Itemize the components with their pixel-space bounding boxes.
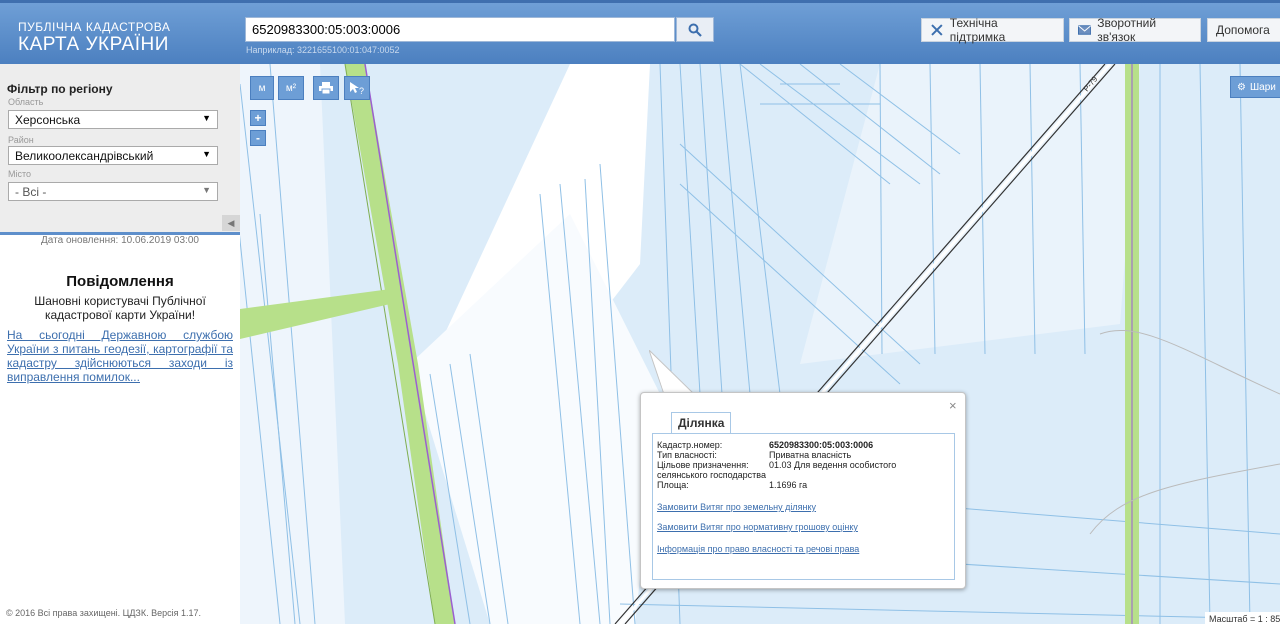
cadastr-label: Кадастр.номер: <box>657 440 723 450</box>
parcel-info-popup: × Ділянка Кадастр.номер: 6520983300:05:0… <box>640 392 966 589</box>
raion-select[interactable]: Великоолександрівський ▼ <box>8 146 218 165</box>
message-link[interactable]: На сьогодні Державною службою України з … <box>7 328 233 384</box>
ownership-label: Тип власності: <box>657 450 717 460</box>
oblast-select[interactable]: Херсонська ▼ <box>8 110 218 129</box>
message-title: Повідомлення <box>66 273 174 290</box>
cursor-question-icon: ? <box>350 82 364 95</box>
misto-value: - Всі - <box>15 185 47 199</box>
area-label: Площа: <box>657 480 689 490</box>
logo-line2[interactable]: КАРТА УКРАЇНИ <box>18 34 169 56</box>
contour-line <box>1089 330 1280 535</box>
purpose-value-continued: селянського господарства <box>657 470 766 480</box>
print-icon <box>319 82 333 94</box>
dropdown-arrow-icon: ▼ <box>202 185 211 195</box>
raion-value: Великоолександрівський <box>15 149 154 163</box>
header-bar: ПУБЛІЧНА КАДАСТРОВА КАРТА УКРАЇНИ 652098… <box>0 0 1280 64</box>
oblast-label: Область <box>8 97 44 107</box>
filter-title: Фільтр по регіону <box>7 82 113 96</box>
feedback-button[interactable]: Зворотний зв'язок <box>1069 16 1201 44</box>
search-icon <box>688 23 702 37</box>
dropdown-arrow-icon: ▼ <box>202 113 211 123</box>
ownership-value: Приватна власність <box>769 450 852 460</box>
oblast-value: Херсонська <box>15 113 81 127</box>
scale-indicator: Масштаб = 1 : 85 <box>1205 612 1280 624</box>
tools-icon <box>931 24 943 36</box>
sidebar: Фільтр по регіону Область Херсонська ▼ Р… <box>0 64 240 624</box>
layers-label: Шари <box>1249 81 1276 93</box>
envelope-icon <box>1078 25 1092 35</box>
search-hint: Наприклад: 3221655100:01:047:0052 <box>246 45 400 55</box>
area-value: 1.1696 га <box>769 480 808 490</box>
logo-line1[interactable]: ПУБЛІЧНА КАДАСТРОВА <box>18 20 170 34</box>
map-area <box>800 64 1140 364</box>
support-button[interactable]: Технічна підтримка <box>921 16 1064 44</box>
close-icon[interactable]: × <box>949 398 957 413</box>
help-button[interactable]: Допомога <box>1207 18 1280 42</box>
collapse-sidebar-button[interactable]: ◀ <box>222 215 240 231</box>
cadastral-search-input[interactable]: 6520983300:05:003:0006 <box>245 17 675 42</box>
message-greeting: Шановні користувачі Публічної кадастрово… <box>34 294 206 322</box>
popup-tail <box>649 350 696 396</box>
identify-button[interactable]: ? <box>344 76 370 100</box>
order-valuation-extract-link[interactable]: Замовити Витяг про нормативну грошову оц… <box>657 522 858 532</box>
misto-select[interactable]: - Всі - ▼ <box>8 182 218 201</box>
cadastr-value: 6520983300:05:003:0006 <box>769 440 874 450</box>
popup-body: Кадастр.номер: 6520983300:05:003:0006 Ти… <box>652 433 955 580</box>
copyright: © 2016 Всі права захищені. ЦДЗК. Версія … <box>6 608 202 618</box>
raion-label: Район <box>8 135 34 145</box>
order-parcel-extract-link[interactable]: Замовити Витяг про земельну ділянку <box>657 502 816 512</box>
misto-label: Місто <box>8 169 32 179</box>
svg-text:?: ? <box>359 86 364 95</box>
dropdown-arrow-icon: ▼ <box>202 149 211 159</box>
purpose-value: 01.03 Для ведення особистого <box>769 460 897 470</box>
ownership-info-link[interactable]: Інформація про право власності та речові… <box>657 544 859 554</box>
help-label: Допомога <box>1216 23 1270 37</box>
purpose-label: Цільове призначення: <box>657 460 749 470</box>
tab-parcel[interactable]: Ділянка <box>671 412 731 433</box>
zoom-in-button[interactable]: + <box>250 110 266 126</box>
zoom-out-button[interactable]: - <box>250 130 266 146</box>
measure-length-button[interactable]: м <box>250 76 274 100</box>
layers-button[interactable]: ⚙ Шари <box>1230 76 1280 98</box>
measure-length-label: м <box>258 82 266 94</box>
road-edge <box>344 64 436 624</box>
region-filter-panel: Фільтр по регіону Область Херсонська ▼ Р… <box>0 64 240 234</box>
support-label: Технічна підтримка <box>949 16 1006 44</box>
feedback-label: Зворотний зв'язок <box>1097 16 1157 44</box>
gear-icon: ⚙ <box>1237 81 1246 93</box>
measure-area-label: м² <box>285 82 297 94</box>
update-date: Дата оновлення: 10.06.2019 03:00 <box>41 235 199 246</box>
search-button[interactable] <box>676 17 714 42</box>
print-button[interactable] <box>313 76 339 100</box>
measure-area-button[interactable]: м² <box>278 76 304 100</box>
